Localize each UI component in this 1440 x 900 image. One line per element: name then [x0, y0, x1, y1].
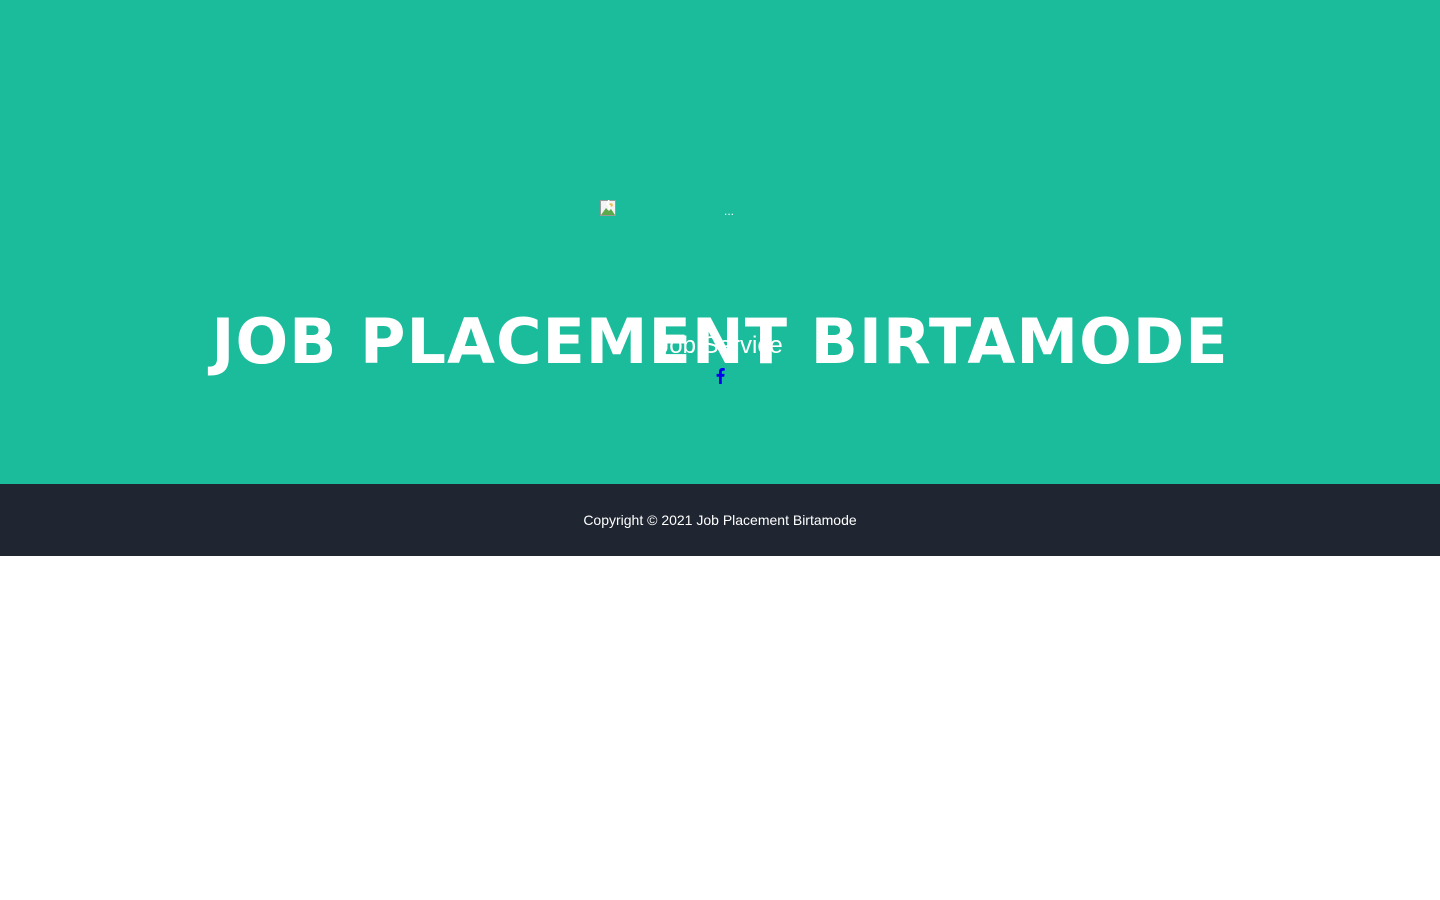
- facebook-icon: [716, 368, 725, 384]
- masthead: ... JOB PLACEMENT BIRTAMODE Job Service: [0, 0, 1440, 484]
- logo-alt-text: ...: [724, 204, 735, 218]
- broken-image-icon: [600, 200, 616, 216]
- facebook-link[interactable]: [710, 366, 730, 386]
- footer: Copyright © 2021 Job Placement Birtamode: [0, 484, 1440, 556]
- logo-image: ...: [600, 200, 840, 240]
- copyright-text: Copyright © 2021 Job Placement Birtamode: [583, 512, 857, 528]
- page-subtitle: Job Service: [657, 332, 783, 359]
